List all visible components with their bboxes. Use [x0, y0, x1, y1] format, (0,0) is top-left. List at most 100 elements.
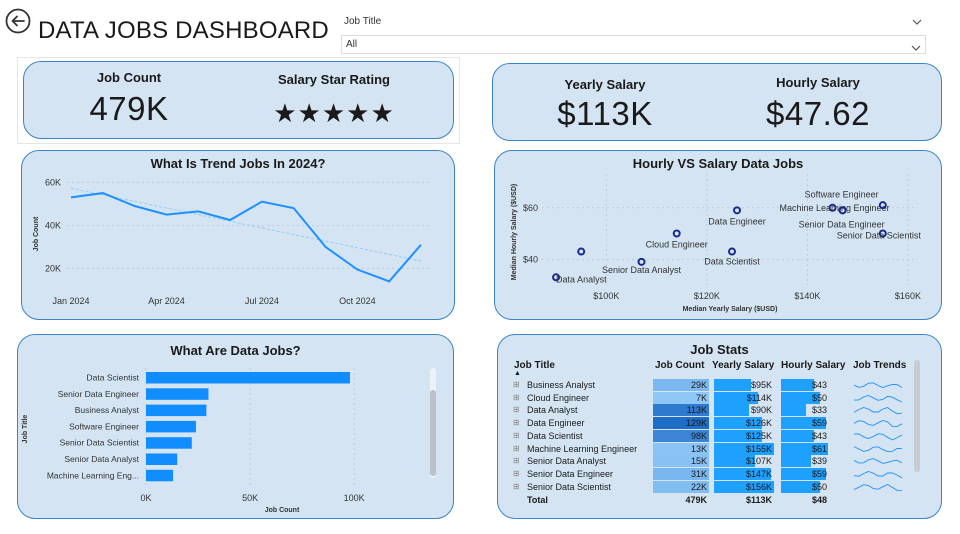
x-tick-label: Apr 2024	[148, 296, 185, 306]
x-axis-title: Median Yearly Salary ($USD)	[683, 306, 778, 313]
bar	[146, 372, 351, 384]
job-stats-title: Job Stats	[690, 342, 749, 357]
bar-chart: 0K 50K 100K Data Scientist Senior Data Engin…	[22, 368, 365, 514]
hourly-salary-label: Hourly Salary	[776, 75, 860, 90]
back-button[interactable]	[5, 8, 31, 34]
sort-arrow-icon: ▲	[514, 370, 521, 377]
job-title-cell: Data Analyst	[527, 405, 578, 416]
job-trend-sparkline	[854, 420, 903, 428]
table-row: ⊞ Data Analyst 113K $90K $33	[513, 404, 908, 417]
chevron-down-icon	[910, 40, 922, 58]
scrollbar-thumb[interactable]	[430, 390, 436, 476]
x-tick-label: Jan 2024	[52, 296, 89, 306]
bar	[146, 453, 178, 465]
slicer-value: All	[346, 39, 358, 50]
category-label: Software Engineer	[69, 421, 139, 431]
point-label: Senior Data Analyst	[602, 265, 682, 275]
total-label: Total	[527, 495, 548, 506]
job-title-cell: Data Engineer	[527, 418, 585, 429]
column-header: Hourly Salary	[781, 360, 846, 371]
job-title-cell: Machine Learning Engineer	[527, 443, 638, 454]
bar	[146, 420, 196, 433]
table-row: ⊞ Senior Data Engineer 31K $147K $59	[513, 467, 908, 481]
table-row: ⊞ Data Engineer 129K $126K $59	[513, 417, 908, 430]
x-axis-title: Job Count	[265, 507, 300, 514]
job-count-cell: 7K	[695, 392, 707, 403]
expand-icon: ⊞	[513, 418, 520, 428]
kpi-card-salary: Yearly Salary $113K Hourly Salary $47.62	[492, 63, 942, 141]
sparkline-path	[854, 458, 903, 465]
trend-line	[70, 187, 422, 262]
yearly-salary-cell: $156K	[745, 481, 772, 492]
trend-chart: 20K 40K 60K Jan 2024 Apr 2024 Jul 2024 Oct 202…	[33, 177, 429, 306]
hourly-salary-cell: $59	[811, 418, 827, 429]
point-label: Senior Data Scientist	[837, 231, 922, 241]
job-count-cell: 98K	[690, 430, 707, 441]
yearly-salary-cell: $107K	[745, 456, 772, 467]
page-title: DATA JOBS DASHBOARD	[38, 17, 329, 44]
point-label: Cloud Engineer	[646, 240, 708, 250]
expand-icon: ⊞	[513, 481, 520, 491]
point-label: Senior Data Engineer	[799, 219, 885, 229]
x-tick-label: 100K	[344, 493, 365, 503]
table-row: ⊞ Machine Learning Engineer 13K $155K $61	[513, 442, 908, 456]
scatter-point	[577, 247, 586, 256]
x-tick-label: $160K	[895, 291, 921, 301]
job-count-cell: 15K	[690, 456, 707, 467]
category-label: Senior Data Scientist	[60, 438, 140, 448]
job-trend-sparkline	[854, 382, 903, 388]
sparkline-path	[854, 382, 903, 388]
x-tick-label: Oct 2024	[339, 296, 376, 306]
x-tick-label: $100K	[593, 291, 619, 301]
kpi-card-jobs: Job Count 479K Salary Star Rating ★★★★★	[23, 61, 454, 139]
job-count-cell: 29K	[690, 380, 707, 390]
sparkline-path	[854, 433, 903, 441]
bar	[146, 437, 192, 449]
y-tick-label: 40K	[45, 220, 61, 230]
column-header: Job Count	[655, 360, 705, 371]
expand-icon: ⊞	[513, 380, 520, 389]
expand-icon: ⊞	[513, 430, 520, 440]
expand-icon: ⊞	[513, 405, 520, 415]
bar-chart-scrollbar[interactable]	[430, 368, 436, 478]
category-label: Data Scientist	[87, 373, 140, 383]
job-count-cell: 113K	[686, 405, 707, 416]
table-row: ⊞ Business Analyst 29K $95K $43	[513, 379, 908, 392]
y-tick-label: $40	[523, 254, 538, 264]
yearly-salary-cell: $90K	[750, 405, 772, 416]
job-count-label: Job Count	[96, 70, 162, 85]
point-label: Data Analyst	[556, 274, 607, 284]
sparkline-path	[854, 407, 903, 415]
job-count-cell: 13K	[690, 443, 707, 454]
hourly-salary-cell: $33	[811, 405, 827, 416]
hourly-salary-cell: $43	[811, 430, 827, 441]
category-label: Business Analyst	[75, 405, 140, 415]
table-total-row: Total 479K $113K $48	[513, 494, 908, 507]
slicer-dropdown[interactable]: All	[341, 35, 926, 54]
yearly-salary-value: $113K	[557, 95, 653, 132]
total-hourly-salary: $48	[811, 495, 827, 506]
hourly-salary-cell: $39	[811, 456, 827, 467]
job-count-cell: 31K	[690, 468, 707, 479]
hourly-salary-value: $47.62	[766, 95, 870, 132]
star-rating-label: Salary Star Rating	[278, 72, 390, 87]
sparkline-path	[854, 394, 903, 403]
sparkline-path	[854, 470, 903, 479]
table-scrollbar[interactable]	[914, 360, 920, 472]
job-trend-sparkline	[854, 445, 903, 452]
y-tick-label: 20K	[45, 263, 61, 273]
y-axis-title: Job Count	[33, 216, 40, 251]
yearly-salary-label: Yearly Salary	[564, 77, 646, 92]
job-title-cell: Cloud Engineer	[527, 392, 590, 403]
job-trend-sparkline	[854, 433, 903, 441]
bar	[146, 469, 174, 482]
bar	[146, 388, 209, 400]
hourly-salary-cell: $50	[811, 481, 827, 492]
chevron-down-icon[interactable]	[911, 14, 923, 32]
yearly-salary-cell: $147K	[745, 468, 772, 479]
scatter-point	[672, 229, 681, 238]
table-row: ⊞ Senior Data Scientist 22K $156K $50	[513, 480, 908, 494]
x-tick-label: $140K	[794, 291, 820, 301]
point-label: Software Engineer	[805, 189, 879, 199]
job-title-slicer[interactable]: Job Title All	[341, 12, 926, 56]
